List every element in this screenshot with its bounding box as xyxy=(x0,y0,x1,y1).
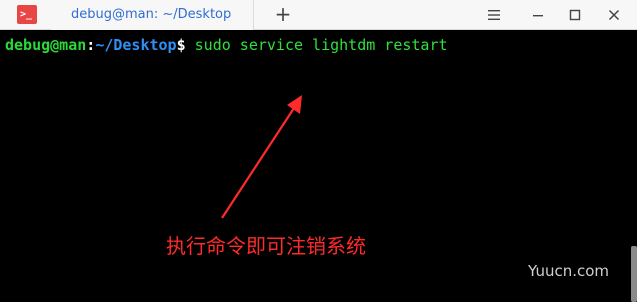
prompt-user-host: debug@man xyxy=(5,36,87,54)
minimize-button[interactable] xyxy=(527,4,549,26)
tab-terminal[interactable]: debug@man: ~/Desktop xyxy=(51,0,254,30)
scrollbar[interactable] xyxy=(631,246,637,302)
close-icon xyxy=(608,9,620,21)
hamburger-menu-icon xyxy=(488,10,500,20)
menu-button[interactable] xyxy=(483,4,505,26)
title-bar: >_ debug@man: ~/Desktop + xyxy=(0,0,637,30)
terminal-output[interactable]: debug@man:~/Desktop$ sudo service lightd… xyxy=(0,30,637,302)
arrow-icon xyxy=(221,95,302,219)
prompt-path: ~/Desktop xyxy=(95,36,177,54)
new-tab-button[interactable]: + xyxy=(271,3,295,27)
prompt-line: debug@man:~/Desktop$ sudo service lightd… xyxy=(5,35,448,55)
annotation-text: 执行命令即可注销系统 xyxy=(166,234,366,258)
watermark: Yuucn.com xyxy=(528,262,610,280)
maximize-icon xyxy=(569,9,581,21)
maximize-button[interactable] xyxy=(564,4,586,26)
prompt-dollar: $ xyxy=(176,36,186,54)
terminal-icon: >_ xyxy=(17,5,37,24)
prompt-colon: : xyxy=(86,36,96,54)
terminal-window: >_ debug@man: ~/Desktop + debug@man:~/De… xyxy=(0,0,637,302)
close-button[interactable] xyxy=(603,4,625,26)
minimize-icon xyxy=(533,15,543,17)
tab-title: debug@man: ~/Desktop xyxy=(71,7,232,22)
prompt-command: sudo service lightdm restart xyxy=(185,36,448,54)
